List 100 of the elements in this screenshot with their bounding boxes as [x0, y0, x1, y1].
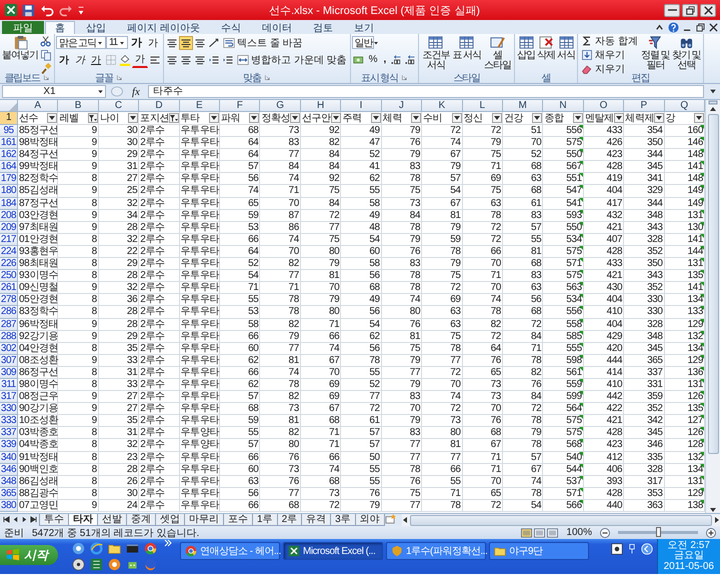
row-header[interactable]: 311	[0, 378, 18, 392]
column-header[interactable]: E	[180, 100, 220, 112]
filter-button[interactable]	[88, 113, 98, 123]
row-header[interactable]: 302	[0, 342, 18, 355]
toolbar-button[interactable]	[39, 62, 53, 76]
format-button[interactable]: 가	[145, 34, 161, 50]
dialog-launcher-icon[interactable]	[42, 74, 50, 81]
ribbon-tab[interactable]: 페이지 레이아웃	[117, 21, 210, 34]
collapse-ribbon-icon[interactable]	[655, 22, 664, 32]
row-header[interactable]: 278	[0, 294, 18, 306]
column-header[interactable]: F	[220, 100, 260, 112]
row-header[interactable]: 226	[0, 258, 18, 270]
insert-sheet-icon[interactable]	[384, 514, 396, 524]
toolbar-button[interactable]	[39, 48, 53, 62]
page-break-icon[interactable]	[547, 528, 558, 538]
toolbar-button[interactable]	[403, 52, 418, 66]
name-box[interactable]: X1	[2, 85, 106, 98]
app-icon[interactable]	[4, 3, 18, 17]
filter-button[interactable]	[532, 113, 542, 123]
filter-button[interactable]	[249, 113, 260, 123]
align-button[interactable]	[179, 36, 193, 50]
sheet-tab[interactable]: 포수	[223, 514, 253, 526]
format-button[interactable]: 가	[56, 52, 72, 68]
filter-button[interactable]	[572, 113, 583, 123]
row-header[interactable]: 164	[0, 161, 18, 174]
row-header[interactable]: 261	[0, 282, 18, 294]
row-header[interactable]: 380	[0, 500, 18, 512]
page-layout-icon[interactable]	[534, 528, 546, 538]
ribbon-button[interactable]: 붙여넣기	[1, 35, 39, 61]
filter-button[interactable]	[694, 113, 704, 123]
ribbon-button[interactable]: 삽입	[516, 35, 536, 61]
save-icon[interactable]	[22, 4, 35, 16]
row-header[interactable]: 340	[0, 452, 18, 464]
ribbon-button[interactable]: 채우기	[579, 47, 628, 63]
row-header[interactable]: 339	[0, 439, 18, 452]
dialog-launcher-icon[interactable]	[400, 74, 408, 81]
row-header[interactable]: 309	[0, 366, 18, 379]
ribbon-tab[interactable]: 검토	[302, 21, 343, 34]
ribbon-tab[interactable]: 보기	[344, 21, 384, 34]
sheet-tab[interactable]: 투수	[39, 514, 69, 526]
dropdown-field[interactable]: 11	[106, 36, 128, 49]
dialog-launcher-icon[interactable]	[264, 74, 271, 81]
row-header[interactable]: 179	[0, 173, 18, 186]
column-header[interactable]: N	[543, 100, 584, 112]
horizontal-scrollbar[interactable]	[402, 514, 720, 526]
ribbon-button[interactable]: 찾기 및 선택	[670, 35, 702, 71]
row-header[interactable]: 286	[0, 306, 18, 318]
sheet-tab[interactable]: 3루	[330, 514, 356, 526]
sheet-tab[interactable]: 유격	[301, 514, 332, 526]
ribbon-button[interactable]: 텍스트 줄 바꿈	[221, 34, 305, 50]
row-header[interactable]: 250	[0, 270, 18, 282]
taskbar-button[interactable]: Microsoft Excel (...	[283, 542, 383, 560]
column-header[interactable]: G	[260, 100, 301, 112]
dialog-launcher-icon[interactable]	[116, 74, 123, 81]
format-button[interactable]: 가	[88, 52, 104, 68]
chat-icon[interactable]	[108, 558, 121, 571]
format-button[interactable]: 가	[132, 51, 148, 68]
ribbon-button[interactable]: 정렬 및 필터	[640, 35, 671, 71]
row-header[interactable]: 317	[0, 391, 18, 404]
filter-button[interactable]	[330, 113, 341, 123]
browser-icon[interactable]	[90, 542, 103, 555]
filter-button[interactable]	[370, 113, 381, 123]
column-header[interactable]: P	[624, 100, 665, 112]
row-header[interactable]: 330	[0, 403, 18, 416]
zoom-out-icon[interactable]	[600, 528, 610, 538]
column-header[interactable]: L	[462, 100, 503, 112]
format-button[interactable]: ,	[380, 53, 390, 66]
ribbon-button[interactable]: 지우기	[579, 61, 628, 77]
sheet-tab[interactable]: 중계	[126, 514, 156, 526]
insert-function-button[interactable]: fx	[128, 86, 144, 98]
filter-button[interactable]	[290, 113, 300, 123]
row-header[interactable]: 95	[0, 125, 18, 138]
ribbon-button[interactable]: 자동 합계	[579, 34, 640, 49]
filter-button[interactable]	[492, 113, 502, 123]
toolbar-button[interactable]	[118, 52, 132, 66]
ribbon-tab[interactable]: 파일	[2, 21, 44, 34]
ribbon-button[interactable]: 셀 스타일	[482, 35, 514, 71]
column-header[interactable]: K	[422, 100, 463, 112]
vertical-scrollbar[interactable]	[705, 100, 720, 513]
undo-icon[interactable]	[39, 4, 55, 16]
filter-button[interactable]	[452, 113, 462, 123]
ribbon-tab[interactable]: 데이터	[252, 21, 302, 34]
restore-icon[interactable]	[696, 22, 705, 32]
terminal-icon[interactable]	[126, 542, 139, 555]
next-sheet-icon[interactable]	[21, 516, 28, 523]
close-button[interactable]	[700, 4, 716, 16]
sheet-tab[interactable]: 1루	[252, 514, 278, 526]
previous-sheet-icon[interactable]	[12, 516, 19, 523]
dropdown-field[interactable]: 맑은 고딕	[56, 36, 106, 49]
spreadsheet-icon[interactable]	[90, 558, 103, 571]
column-header[interactable]: Q	[664, 100, 705, 112]
column-header[interactable]: O	[584, 100, 624, 112]
sheet-tab[interactable]: 외야	[354, 514, 385, 526]
ribbon-button[interactable]: 병합하고 가운데 맞춤	[235, 52, 349, 68]
media-player-icon[interactable]	[72, 542, 85, 555]
row-header[interactable]: 348	[0, 476, 18, 488]
row-header[interactable]: 209	[0, 222, 18, 234]
filter-button[interactable]	[209, 113, 220, 123]
ribbon-tab[interactable]: 홈	[45, 21, 75, 34]
ribbon-tab[interactable]: 수식	[210, 21, 251, 34]
